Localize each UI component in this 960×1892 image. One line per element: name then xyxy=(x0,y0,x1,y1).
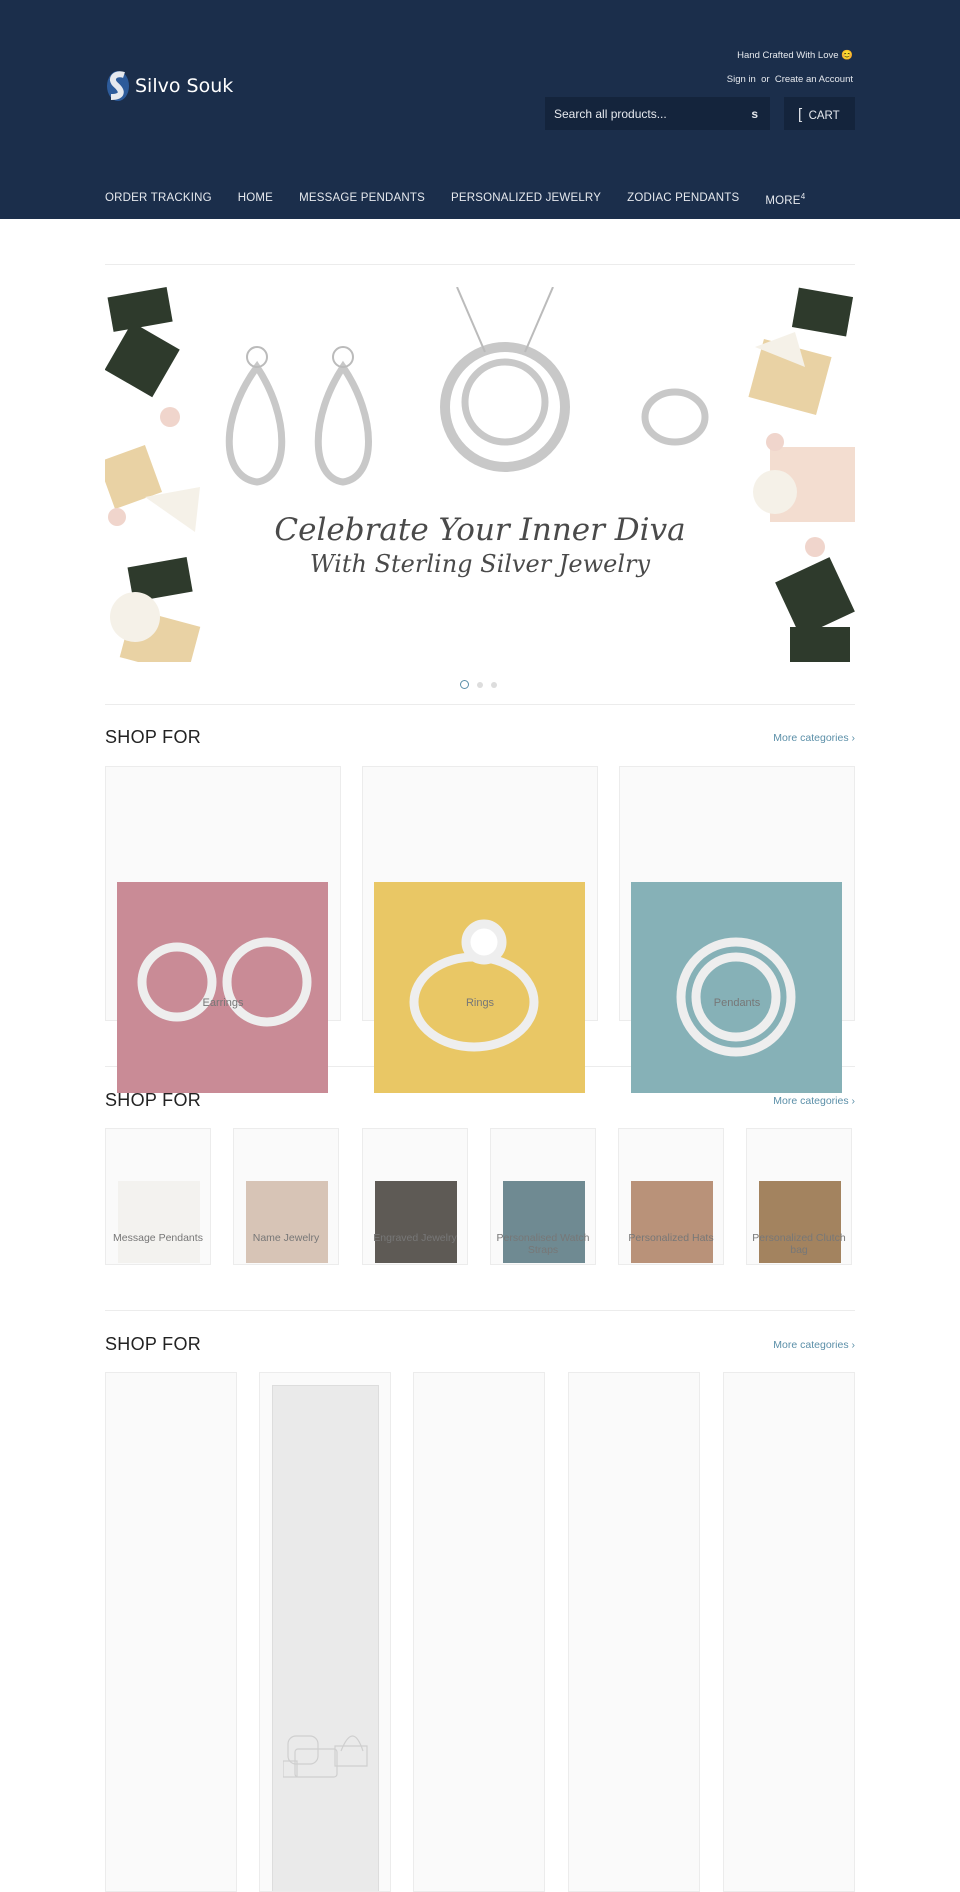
category-label: Name Jewelry xyxy=(252,1232,320,1244)
nav-more-label: MORE xyxy=(765,194,801,207)
hero-banner[interactable]: Celebrate Your Inner Diva With Sterling … xyxy=(105,287,855,662)
logo-text: Silvo Souk xyxy=(135,75,234,97)
slider-dots xyxy=(460,680,497,689)
logo-icon xyxy=(107,71,129,101)
nav-more[interactable]: MORE4 xyxy=(765,192,805,207)
image-placeholder xyxy=(272,1385,379,1891)
cart-button[interactable]: [ CART xyxy=(784,97,855,130)
bags-placeholder-icon xyxy=(283,1735,368,1778)
category-image[interactable] xyxy=(374,882,585,1093)
more-categories-link[interactable]: More categories › xyxy=(773,1339,855,1351)
slide-dot-1[interactable] xyxy=(460,680,469,689)
category-label: Personalised Watch Straps xyxy=(496,1232,590,1256)
nav-message-pendants[interactable]: MESSAGE PENDANTS xyxy=(299,192,425,207)
category-label: Engraved Jewelry xyxy=(373,1232,457,1244)
category-image xyxy=(631,1181,713,1263)
banner-headline: Celebrate Your Inner Diva xyxy=(274,512,686,548)
cart-label: CART xyxy=(808,110,840,122)
nav-zodiac-pendants[interactable]: ZODIAC PENDANTS xyxy=(627,192,739,207)
tagline: Hand Crafted With Love 😊 xyxy=(737,50,853,61)
category-image xyxy=(118,1181,200,1263)
divider xyxy=(105,704,855,705)
site-header: Silvo Souk Hand Crafted With Love 😊 Sign… xyxy=(0,0,960,219)
nav-personalized-jewelry[interactable]: PERSONALIZED JEWELRY xyxy=(451,192,601,207)
search-icon[interactable]: s xyxy=(751,107,758,121)
category-image xyxy=(375,1181,457,1263)
search-placeholder: Search all products... xyxy=(554,107,667,121)
category-label: Rings xyxy=(465,997,495,1009)
category-card[interactable] xyxy=(413,1372,545,1892)
slide-dot-3[interactable] xyxy=(491,681,497,688)
more-categories-link[interactable]: More categories › xyxy=(773,1095,855,1107)
divider xyxy=(105,264,855,265)
nav-home[interactable]: HOME xyxy=(238,192,273,207)
category-label: Pendants xyxy=(713,997,761,1009)
category-label: Message Pendants xyxy=(113,1232,203,1244)
category-label: Personalized Clutch bag xyxy=(752,1232,846,1256)
category-card[interactable]: Personalised Watch Straps xyxy=(490,1128,596,1265)
section-title: SHOP FOR xyxy=(105,1090,202,1110)
category-card[interactable]: Personalized Hats xyxy=(618,1128,724,1265)
category-image[interactable] xyxy=(631,882,842,1093)
slide-dot-2[interactable] xyxy=(477,681,483,688)
or-text: or xyxy=(761,74,770,85)
create-account-link[interactable]: Create an Account xyxy=(775,74,853,85)
section-title: SHOP FOR xyxy=(105,1334,202,1354)
banner-jewelry-image xyxy=(105,287,855,662)
banner-subheadline: With Sterling Silver Jewelry xyxy=(309,550,651,578)
search-input[interactable]: Search all products... s xyxy=(545,97,770,130)
category-image xyxy=(246,1181,328,1263)
category-label: Earrings xyxy=(202,997,244,1009)
category-label: Personalized Hats xyxy=(628,1232,714,1244)
category-card[interactable] xyxy=(105,1372,237,1892)
category-card[interactable]: Engraved Jewelry xyxy=(362,1128,468,1265)
category-card[interactable]: Name Jewelry xyxy=(233,1128,339,1265)
category-card[interactable] xyxy=(259,1372,391,1892)
more-categories-link[interactable]: More categories › xyxy=(773,732,855,744)
category-card[interactable]: Personalized Clutch bag xyxy=(746,1128,852,1265)
category-image[interactable] xyxy=(117,882,328,1093)
divider xyxy=(105,1310,855,1311)
nav-order-tracking[interactable]: ORDER TRACKING xyxy=(105,192,212,207)
chevron-down-icon: 4 xyxy=(800,192,806,201)
logo[interactable]: Silvo Souk xyxy=(105,70,233,102)
main-nav: ORDER TRACKING HOME MESSAGE PENDANTS PER… xyxy=(105,192,805,207)
category-card[interactable] xyxy=(568,1372,700,1892)
account-links: Sign in or Create an Account xyxy=(727,74,853,85)
category-card[interactable] xyxy=(723,1372,855,1892)
category-card[interactable]: Message Pendants xyxy=(105,1128,211,1265)
sign-in-link[interactable]: Sign in xyxy=(727,74,756,85)
section-title: SHOP FOR xyxy=(105,727,202,747)
cart-icon: [ xyxy=(798,106,803,123)
